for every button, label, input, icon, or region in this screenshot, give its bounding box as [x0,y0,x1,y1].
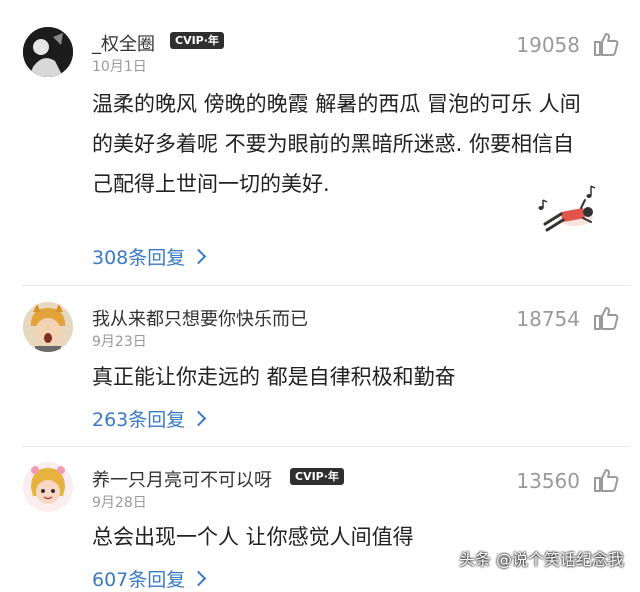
thumbs-up-icon[interactable] [592,466,620,494]
like-count: 13560 [516,469,580,493]
avatar[interactable] [23,462,73,512]
username[interactable]: 养一只月亮可不可以呀 [92,466,272,492]
divider [22,285,630,286]
username[interactable]: _权全圈 [92,30,155,56]
replies-label: 607条回复 [92,569,186,591]
avatar[interactable] [23,27,73,77]
view-replies-link[interactable]: 263条回复 [92,405,207,432]
chevron-right-icon [190,570,207,587]
lying-figure-sticker [538,185,596,232]
view-replies-link[interactable]: 607条回复 [92,565,207,592]
like-count: 19058 [516,33,580,57]
comment-text-line: 温柔的晚风 傍晚的晚霞 解暑的西瓜 冒泡的可乐 人间 [92,92,581,116]
comment-text: 真正能让你走远的 都是自律积极和勤奋 [92,357,456,397]
comment-text: 总会出现一个人 让你感觉人间值得 [92,517,414,557]
watermark: 头条 @说个笑话纪念我 [458,550,624,569]
replies-label: 263条回复 [92,409,186,431]
replies-label: 308条回复 [92,247,186,269]
comment-date: 9月28日 [92,495,147,511]
thumbs-up-icon[interactable] [592,304,620,332]
comment-text-line: 总会出现一个人 让你感觉人间值得 [92,525,414,549]
like-count: 18754 [516,307,580,331]
divider [22,446,630,447]
chevron-right-icon [190,248,207,265]
thumbs-up-icon[interactable] [592,30,620,58]
vip-badge: CVIP·年 [290,468,344,485]
vip-badge: CVIP·年 [170,32,224,49]
comment-date: 9月23日 [92,334,147,350]
view-replies-link[interactable]: 308条回复 [92,243,207,270]
avatar[interactable] [23,302,73,352]
music-note-icon [538,185,596,210]
comment-date: 10月1日 [92,59,147,75]
comment-text-line: 己配得上世间一切的美好. [92,172,330,196]
chevron-right-icon [190,410,207,427]
comment-text-line: 的美好多着呢 不要为眼前的黑暗所迷惑. 你要相信自 [92,132,575,156]
username[interactable]: 我从来都只想要你快乐而已 [92,305,308,331]
comment-text-line: 真正能让你走远的 都是自律积极和勤奋 [92,365,456,389]
comment-text: 温柔的晚风 傍晚的晚霞 解暑的西瓜 冒泡的可乐 人间 的美好多着呢 不要为眼前的… [92,84,581,204]
